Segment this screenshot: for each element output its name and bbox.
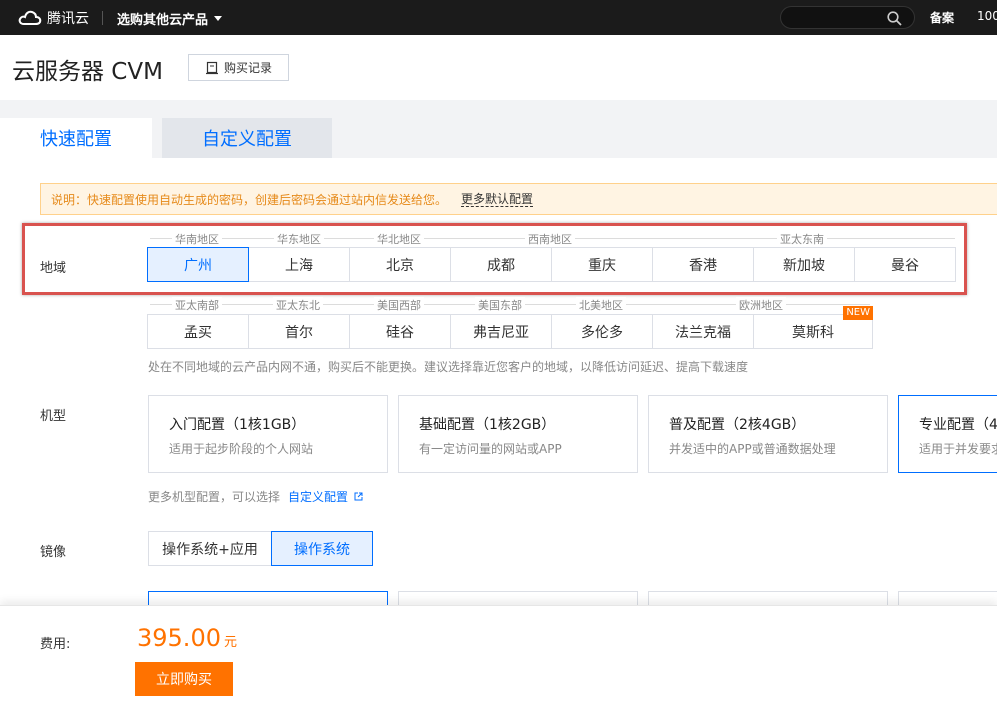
region-mumbai[interactable]: 孟买 bbox=[147, 314, 249, 349]
model-card-desc: 并发适中的APP或普通数据处理 bbox=[669, 442, 836, 456]
region-seoul[interactable]: 首尔 bbox=[248, 314, 350, 349]
search-icon[interactable] bbox=[887, 11, 902, 26]
nav-beian-link[interactable]: 备案 bbox=[930, 9, 954, 26]
notice-banner: 说明：快速配置使用自动生成的密码，创建后密码会通过站内信发送给您。 更多默认配置 bbox=[40, 183, 997, 215]
external-link-icon bbox=[354, 492, 363, 501]
product-switch-dropdown[interactable]: 选购其他云产品 bbox=[117, 9, 223, 28]
group-label-asia-northeast: 亚太东北 bbox=[273, 297, 323, 313]
region-virginia[interactable]: 弗吉尼亚 bbox=[450, 314, 552, 349]
image-card[interactable] bbox=[148, 591, 388, 605]
tab-custom-config[interactable]: 自定义配置 bbox=[162, 118, 332, 158]
group-label-europe: 欧洲地区 bbox=[736, 297, 786, 313]
page-title: 云服务器 CVM bbox=[12, 59, 163, 85]
nav-account-id[interactable]: 100 bbox=[977, 9, 997, 23]
region-frankfurt[interactable]: 法兰克福 bbox=[652, 314, 754, 349]
region-toronto[interactable]: 多伦多 bbox=[551, 314, 653, 349]
notice-text: 说明：快速配置使用自动生成的密码，创建后密码会通过站内信发送给您。 bbox=[51, 192, 448, 207]
region-row-2: 孟买 首尔 硅谷 弗吉尼亚 多伦多 法兰克福 莫斯科 NEW bbox=[147, 306, 873, 349]
model-card-basic[interactable]: 基础配置（1核2GB） 有一定访问量的网站或APP bbox=[398, 395, 638, 473]
image-card[interactable] bbox=[898, 591, 997, 605]
cloud-logo-icon bbox=[18, 10, 42, 25]
image-card[interactable] bbox=[398, 591, 638, 605]
custom-config-link-label: 自定义配置 bbox=[288, 490, 349, 504]
group-label-us-west: 美国西部 bbox=[374, 297, 424, 313]
tab-quick-config[interactable]: 快速配置 bbox=[0, 118, 152, 158]
model-card-title: 专业配置（4 bbox=[919, 417, 997, 433]
region-silicon-valley[interactable]: 硅谷 bbox=[349, 314, 451, 349]
new-badge: NEW bbox=[843, 306, 873, 320]
region-hint: 处在不同地域的云产品内网不通，购买后不能更换。建议选择靠近您客户的地域，以降低访… bbox=[148, 360, 749, 374]
model-hint-text: 更多机型配置，可以选择 bbox=[148, 490, 281, 504]
image-os-app-option[interactable]: 操作系统+应用 bbox=[148, 531, 272, 566]
model-card-entry[interactable]: 入门配置（1核1GB） 适用于起步阶段的个人网站 bbox=[148, 395, 388, 473]
price-unit: 元 bbox=[223, 635, 237, 650]
product-switch-label: 选购其他云产品 bbox=[117, 13, 209, 28]
model-card-title: 普及配置（2核4GB） bbox=[669, 417, 806, 433]
image-card[interactable] bbox=[648, 591, 888, 605]
region-guangzhou[interactable]: 广州 bbox=[147, 247, 249, 282]
group-label-us-east: 美国东部 bbox=[475, 297, 525, 313]
search-input[interactable] bbox=[780, 6, 915, 29]
group-label-asia-south: 亚太南部 bbox=[172, 297, 222, 313]
caret-down-icon bbox=[214, 16, 223, 21]
divider bbox=[102, 11, 103, 25]
group-label-north-america: 北美地区 bbox=[576, 297, 626, 313]
purchase-history-button[interactable]: 购买记录 bbox=[188, 54, 289, 81]
model-label: 机型 bbox=[40, 409, 67, 424]
model-card-title: 入门配置（1核1GB） bbox=[169, 417, 306, 433]
fee-label: 费用: bbox=[40, 637, 71, 652]
model-card-title: 基础配置（1核2GB） bbox=[419, 417, 556, 433]
config-tabs: 快速配置 自定义配置 bbox=[0, 100, 997, 158]
model-card-desc: 适用于并发要求 bbox=[919, 442, 997, 456]
model-card-pro[interactable]: 专业配置（4 适用于并发要求 bbox=[898, 395, 997, 473]
image-os-option[interactable]: 操作系统 bbox=[271, 531, 373, 566]
region-moscow-label: 莫斯科 bbox=[792, 324, 834, 341]
tencent-cloud-logo[interactable]: 腾讯云 bbox=[18, 8, 89, 28]
top-nav-bar: 腾讯云 选购其他云产品 备案 100 bbox=[0, 0, 997, 35]
purchase-history-label: 购买记录 bbox=[223, 61, 272, 75]
price-amount: 395.00 bbox=[137, 624, 221, 652]
image-label: 镜像 bbox=[40, 545, 67, 560]
custom-config-link[interactable]: 自定义配置 bbox=[288, 490, 348, 504]
model-card-desc: 适用于起步阶段的个人网站 bbox=[169, 442, 314, 456]
price: 395.00 元 bbox=[137, 624, 237, 652]
config-form: 说明：快速配置使用自动生成的密码，创建后密码会通过站内信发送给您。 更多默认配置… bbox=[0, 158, 997, 605]
buy-now-button[interactable]: 立即购买 bbox=[135, 662, 233, 696]
model-hint: 更多机型配置，可以选择 自定义配置 bbox=[148, 488, 363, 505]
model-card-desc: 有一定访问量的网站或APP bbox=[419, 442, 562, 456]
logo-text: 腾讯云 bbox=[47, 11, 89, 27]
model-card-standard[interactable]: 普及配置（2核4GB） 并发适中的APP或普通数据处理 bbox=[648, 395, 888, 473]
region-moscow[interactable]: 莫斯科 NEW bbox=[753, 306, 873, 349]
more-defaults-link[interactable]: 更多默认配置 bbox=[461, 192, 534, 207]
purchase-footer: 费用: 395.00 元 立即购买 bbox=[0, 605, 997, 711]
page-header: 云服务器 CVM 购买记录 bbox=[0, 35, 997, 100]
receipt-icon bbox=[205, 61, 218, 74]
